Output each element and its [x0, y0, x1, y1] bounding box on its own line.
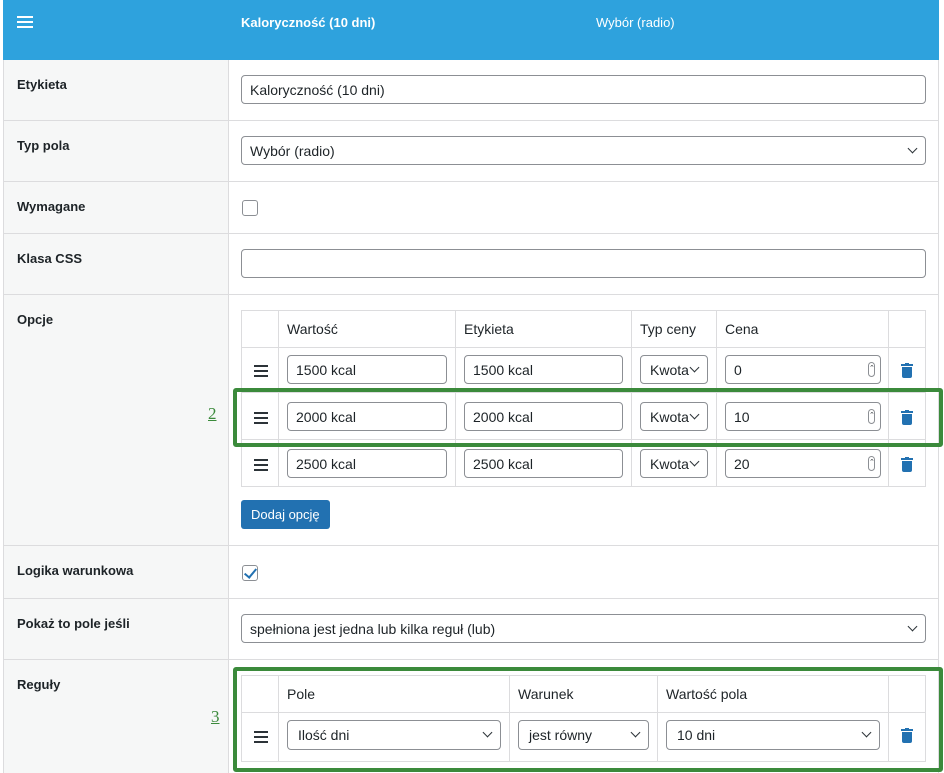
options-header-price-type: Typ ceny — [640, 321, 697, 337]
trash-icon[interactable] — [901, 363, 913, 378]
css-class-row-label: Klasa CSS — [4, 234, 229, 294]
conditional-logic-checkbox[interactable] — [242, 565, 258, 581]
field-header-bar[interactable]: Kaloryczność (10 dni) Wybór (radio) — [3, 0, 939, 60]
show-if-select[interactable]: spełniona jest jedna lub kilka reguł (lu… — [241, 614, 926, 643]
option-value-input[interactable]: 2500 kcal — [287, 449, 447, 478]
option-value-input[interactable]: 1500 kcal — [287, 355, 447, 384]
options-header-value: Wartość — [287, 321, 338, 337]
hamburger-icon[interactable] — [17, 16, 33, 30]
css-class-row: Klasa CSS — [4, 234, 938, 295]
field-settings-panel: Etykieta Kaloryczność (10 dni) Typ pola … — [3, 60, 943, 773]
option-price-input[interactable]: 0 — [725, 355, 881, 384]
drag-handle-icon[interactable] — [254, 459, 268, 474]
rules-label: Reguły — [4, 660, 229, 773]
trash-icon[interactable] — [901, 457, 913, 472]
required-row-label: Wymagane — [4, 182, 229, 233]
add-option-button[interactable]: Dodaj opcję — [241, 500, 330, 529]
type-row-label: Typ pola — [4, 121, 229, 181]
label-row-label: Etykieta — [4, 60, 229, 120]
option-price-type-select[interactable]: Kwota — [640, 355, 708, 384]
show-if-label: Pokaż to pole jeśli — [4, 599, 229, 659]
option-price-input[interactable]: 20 — [725, 449, 881, 478]
highlight-box — [233, 667, 943, 772]
options-header-price: Cena — [725, 321, 759, 337]
option-price-value: 20 — [734, 456, 750, 472]
field-type-select[interactable]: Wybór (radio) — [241, 136, 926, 165]
conditional-logic-label: Logika warunkowa — [4, 546, 229, 598]
required-row: Wymagane — [4, 182, 938, 234]
annotation-2: 2 — [208, 404, 217, 423]
annotation-3: 3 — [211, 707, 220, 726]
css-class-input[interactable] — [241, 249, 926, 278]
drag-handle-icon[interactable] — [254, 365, 268, 380]
highlight-box — [233, 388, 943, 447]
stepper-icon[interactable] — [868, 455, 875, 471]
option-price-value: 0 — [734, 362, 742, 378]
required-checkbox[interactable] — [242, 200, 258, 216]
conditional-logic-row: Logika warunkowa — [4, 546, 938, 599]
label-row: Etykieta Kaloryczność (10 dni) — [4, 60, 938, 121]
field-title: Kaloryczność (10 dni) — [241, 15, 376, 30]
show-if-row: Pokaż to pole jeśli spełniona jest jedna… — [4, 599, 938, 660]
type-row: Typ pola Wybór (radio) — [4, 121, 938, 182]
option-label-input[interactable]: 1500 kcal — [464, 355, 623, 384]
option-price-type-select[interactable]: Kwota — [640, 449, 708, 478]
label-input[interactable]: Kaloryczność (10 dni) — [241, 75, 926, 104]
option-label-input[interactable]: 2500 kcal — [464, 449, 623, 478]
stepper-icon[interactable] — [868, 361, 875, 377]
options-row-label: Opcje — [4, 295, 229, 545]
options-header-label: Etykieta — [464, 321, 514, 337]
field-type-label: Wybór (radio) — [596, 15, 675, 30]
